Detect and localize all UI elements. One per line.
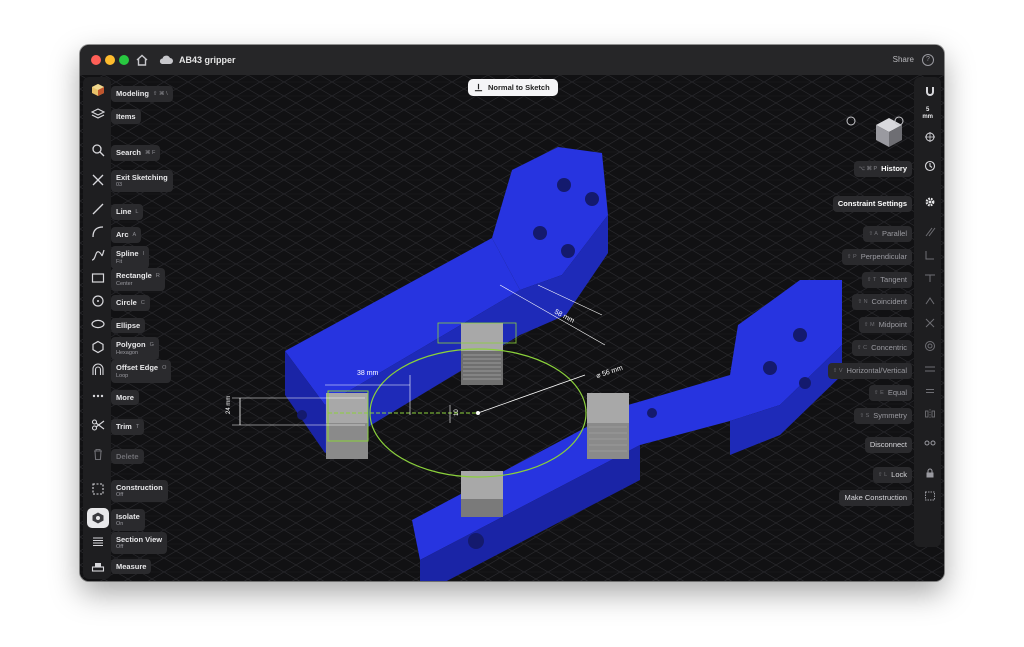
normal-to-sketch-button[interactable]: Normal to Sketch [468, 79, 558, 96]
disconnect-button[interactable]: Disconnect [864, 437, 912, 453]
section-view-icon[interactable] [87, 532, 109, 552]
grid-size-readout[interactable]: 5 mm [922, 107, 933, 121]
construction-icon[interactable] [87, 479, 109, 499]
lock-icon[interactable] [922, 465, 938, 481]
gear-icon[interactable] [922, 194, 938, 210]
constraint-symmetry[interactable]: ⇧ S Symmetry [854, 408, 912, 424]
make-construction-button[interactable]: Make Construction [839, 490, 912, 506]
constraint-equal[interactable]: ⇧ E Equal [869, 385, 912, 401]
rectangle-icon[interactable] [87, 268, 109, 288]
minimize-window-button[interactable] [105, 55, 115, 65]
constraint-horizontal-vertical[interactable]: ⇧ V Horizontal/Vertical [827, 363, 912, 379]
motor-left[interactable] [326, 393, 368, 459]
constraint-concentric[interactable]: ⇧ C Concentric [852, 340, 912, 356]
constraint-perpendicular[interactable]: ⇧ P Perpendicular [841, 249, 912, 265]
parallel-icon[interactable] [922, 224, 938, 240]
dimension-10[interactable]: 10 [454, 409, 460, 416]
cube-icon[interactable] [87, 80, 109, 100]
title-bar: AB43 gripper Share ? [80, 45, 944, 75]
more-label[interactable]: More [111, 390, 139, 405]
motor-top[interactable] [461, 323, 503, 385]
spline-label[interactable]: Spline I Fit [111, 246, 150, 269]
ellipse-icon[interactable] [87, 314, 109, 334]
trim-label[interactable]: Trim T [111, 419, 145, 435]
lock-button[interactable]: ⇧ L Lock [872, 467, 912, 483]
coincident-icon[interactable] [922, 292, 938, 308]
snap-icon[interactable] [922, 129, 938, 145]
more-icon[interactable] [87, 386, 109, 406]
equal-icon[interactable] [922, 383, 938, 399]
cloud-icon[interactable] [158, 53, 174, 67]
line-label[interactable]: Line L [111, 204, 144, 220]
line-icon[interactable] [87, 199, 109, 219]
hexagon-icon[interactable] [87, 337, 109, 357]
tangent-icon[interactable] [922, 270, 938, 286]
history-button[interactable]: ⌥ ⌘ P History [853, 161, 912, 177]
offset-edge-icon[interactable] [87, 360, 109, 380]
construction-label[interactable]: Construction Off [111, 480, 168, 502]
isolate-icon[interactable] [87, 508, 109, 528]
layers-icon[interactable] [87, 104, 109, 124]
disconnect-icon[interactable] [922, 435, 938, 451]
scissors-icon[interactable] [87, 415, 109, 435]
home-icon[interactable] [135, 53, 149, 67]
spline-icon[interactable] [87, 245, 109, 265]
constraint-coincident[interactable]: ⇧ N Coincident [852, 294, 912, 310]
delete-label[interactable]: Delete [111, 449, 144, 464]
normal-to-sketch-icon [474, 83, 483, 92]
history-icon[interactable] [922, 158, 938, 174]
help-button[interactable]: ? [922, 54, 934, 66]
motor-right[interactable] [587, 393, 629, 459]
dimension-38mm[interactable]: 38 mm [357, 370, 379, 377]
polygon-label[interactable]: Polygon G Hexagon [111, 337, 159, 360]
circle-label[interactable]: Circle C [111, 295, 150, 311]
motor-bottom[interactable] [461, 471, 503, 517]
section-view-label[interactable]: Section View Off [111, 532, 168, 554]
dimension-24mm[interactable]: 24 mm [226, 396, 232, 414]
search-icon[interactable] [87, 140, 109, 160]
perpendicular-icon[interactable] [922, 247, 938, 263]
measure-label[interactable]: Measure [111, 559, 152, 574]
ellipse-label[interactable]: Ellipse [111, 318, 146, 333]
offset-edge-label[interactable]: Offset Edge O Loop [111, 360, 172, 383]
trash-icon[interactable] [87, 444, 109, 464]
constraint-settings-button[interactable]: Constraint Settings [832, 196, 912, 212]
measure-icon[interactable] [87, 556, 109, 576]
magnet-icon[interactable] [922, 83, 938, 99]
constraint-tangent[interactable]: ⇧ T Tangent [861, 272, 912, 288]
concentric-icon[interactable] [922, 338, 938, 354]
modeling-label[interactable]: Modeling ⇧ ⌘ \ [111, 86, 173, 102]
make-construction-icon[interactable] [922, 488, 938, 504]
horizontal-vertical-icon[interactable] [922, 361, 938, 377]
exit-sketching-label[interactable]: Exit Sketching 03 [111, 170, 173, 192]
rectangle-label[interactable]: Rectangle R Center [111, 268, 165, 291]
close-window-button[interactable] [91, 55, 101, 65]
constraint-parallel[interactable]: ⇧ A Parallel [863, 226, 912, 242]
search-label[interactable]: Search ⌘ F [111, 145, 161, 161]
arc-label[interactable]: Arc A [111, 227, 142, 243]
left-toolbar [83, 77, 111, 579]
document-title: AB43 gripper [179, 55, 236, 65]
arc-icon[interactable] [87, 222, 109, 242]
circle-icon[interactable] [87, 291, 109, 311]
isolate-label[interactable]: Isolate On [111, 509, 145, 531]
share-button[interactable]: Share [893, 45, 914, 75]
3d-viewport[interactable]: 58 mm 38 mm ⌀ 56 mm 24 mm 10 [80, 75, 944, 581]
items-label[interactable]: Items [111, 109, 141, 124]
symmetry-icon[interactable] [922, 406, 938, 422]
app-window: AB43 gripper Share ? 58 mm 38 mm ⌀ 56 mm… [80, 45, 944, 581]
midpoint-icon[interactable] [922, 315, 938, 331]
close-icon[interactable] [87, 170, 109, 190]
constraint-midpoint[interactable]: ⇧ M Midpoint [858, 317, 912, 333]
zoom-window-button[interactable] [119, 55, 129, 65]
